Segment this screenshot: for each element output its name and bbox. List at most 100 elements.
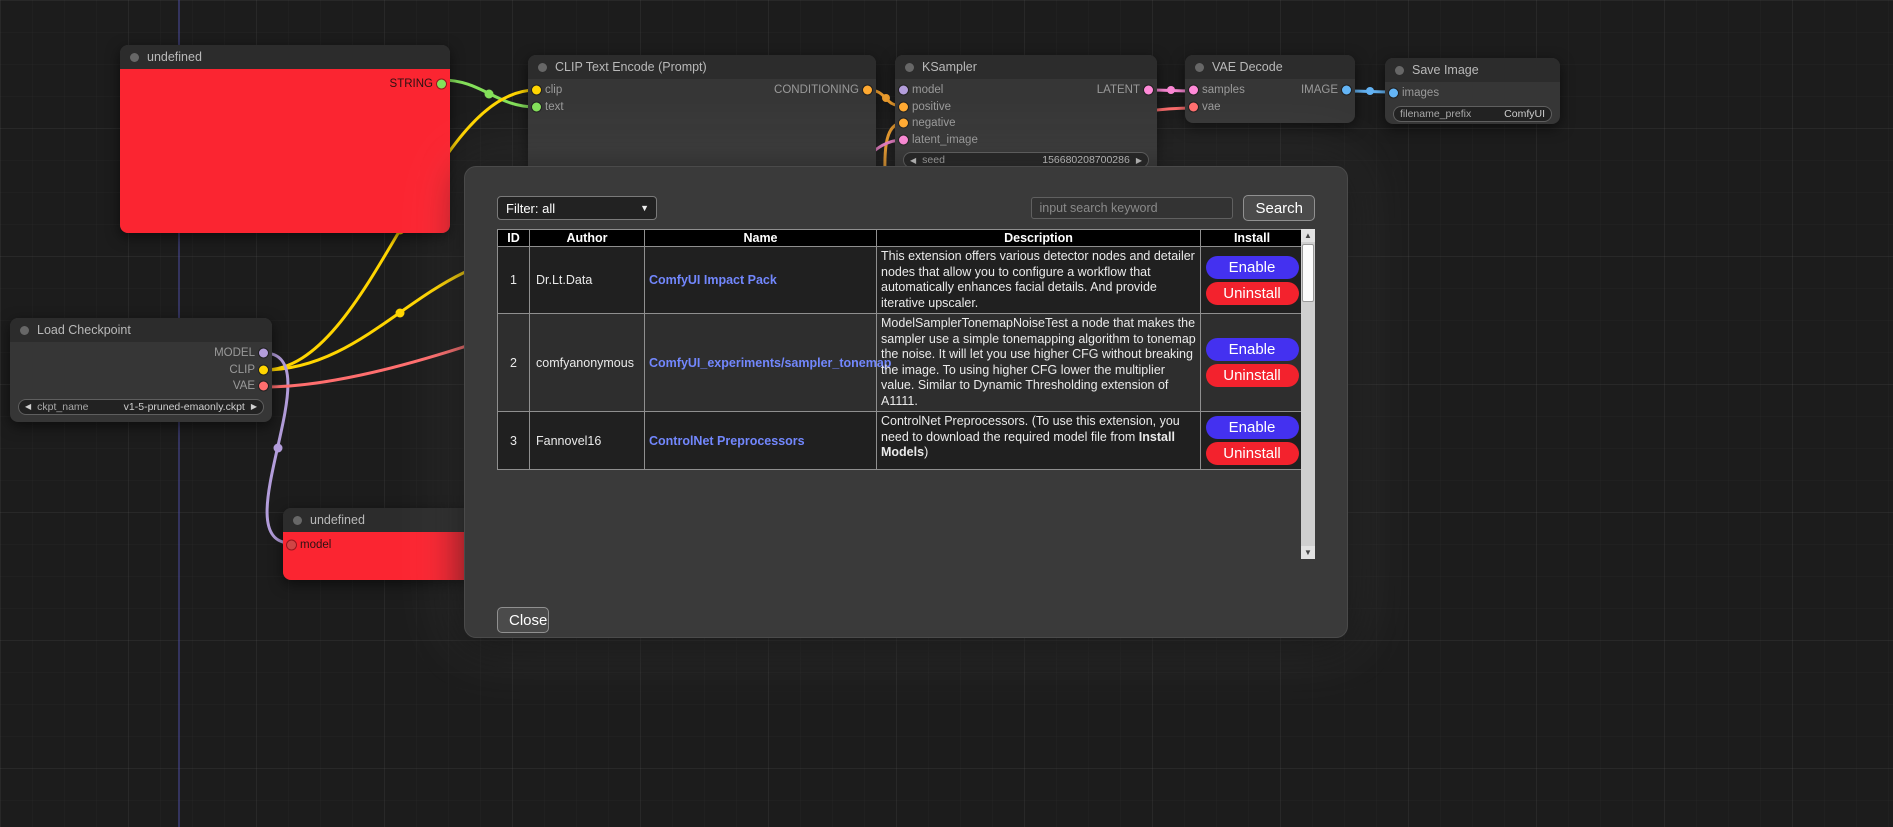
input-label: text bbox=[545, 101, 564, 113]
enable-button[interactable]: Enable bbox=[1206, 256, 1299, 279]
input-dot-positive[interactable] bbox=[899, 102, 908, 111]
widget-label: filename_prefix bbox=[1400, 108, 1471, 120]
input-dot-vae[interactable] bbox=[1189, 102, 1198, 111]
enable-button[interactable]: Enable bbox=[1206, 338, 1299, 361]
output-label: STRING bbox=[390, 78, 433, 90]
output-label: MODEL bbox=[214, 347, 255, 359]
filter-select[interactable]: Filter: all bbox=[497, 196, 657, 220]
enable-button[interactable]: Enable bbox=[1206, 416, 1299, 439]
ext-id: 2 bbox=[498, 314, 530, 412]
node-title: VAE Decode bbox=[1212, 60, 1283, 74]
output-label: CLIP bbox=[229, 364, 255, 376]
input-label: images bbox=[1402, 87, 1439, 99]
input-dot-clip[interactable] bbox=[532, 86, 541, 95]
output-dot-clip[interactable] bbox=[259, 365, 268, 374]
input-label: vae bbox=[1202, 101, 1221, 113]
node-status-dot-icon bbox=[538, 63, 547, 72]
table-row: 3 Fannovel16 ControlNet Preprocessors Co… bbox=[498, 412, 1304, 470]
ext-description: ModelSamplerTonemapNoiseTest a node that… bbox=[877, 314, 1201, 412]
search-button[interactable]: Search bbox=[1243, 195, 1315, 221]
ext-name-link[interactable]: ComfyUI Impact Pack bbox=[649, 273, 777, 287]
uninstall-button[interactable]: Uninstall bbox=[1206, 442, 1299, 465]
widget-right-arrow-icon[interactable]: ▶ bbox=[251, 402, 257, 411]
comfyui-canvas[interactable]: undefined STRING CLIP Text Encode (Promp… bbox=[0, 0, 1893, 827]
ext-id: 3 bbox=[498, 412, 530, 470]
input-label: negative bbox=[912, 117, 955, 129]
ext-description-text: ) bbox=[924, 445, 928, 459]
uninstall-button[interactable]: Uninstall bbox=[1206, 282, 1299, 305]
node-title-bar[interactable]: Load Checkpoint bbox=[10, 318, 272, 342]
filename-prefix-widget[interactable]: filename_prefix ComfyUI bbox=[1393, 106, 1552, 122]
input-label: samples bbox=[1202, 84, 1245, 96]
node-title-bar[interactable]: VAE Decode bbox=[1185, 55, 1355, 79]
ext-author: Fannovel16 bbox=[530, 412, 645, 470]
node-status-dot-icon bbox=[130, 53, 139, 62]
ext-author: Dr.Lt.Data bbox=[530, 247, 645, 314]
input-dot-negative[interactable] bbox=[899, 119, 908, 128]
widget-label: seed bbox=[922, 154, 945, 166]
close-button[interactable]: Close bbox=[497, 607, 549, 633]
node-status-dot-icon bbox=[1195, 63, 1204, 72]
node-title-bar[interactable]: undefined bbox=[120, 45, 450, 69]
ext-description: ControlNet Preprocessors. (To use this e… bbox=[877, 412, 1201, 470]
ckpt-name-widget[interactable]: ◀ ckpt_name v1-5-pruned-emaonly.ckpt ▶ bbox=[18, 399, 264, 415]
widget-left-arrow-icon[interactable]: ◀ bbox=[910, 156, 916, 165]
extensions-table-area: ID Author Name Description Install 1 Dr.… bbox=[497, 229, 1315, 559]
scrollbar-up-icon[interactable]: ▲ bbox=[1301, 229, 1315, 242]
scrollbar[interactable]: ▲ ▼ bbox=[1301, 229, 1315, 559]
ext-name-link[interactable]: ControlNet Preprocessors bbox=[649, 434, 805, 448]
node-undefined-top[interactable]: undefined STRING bbox=[120, 45, 450, 233]
header-id: ID bbox=[498, 230, 530, 247]
output-dot-vae[interactable] bbox=[259, 382, 268, 391]
output-label: VAE bbox=[233, 380, 255, 392]
node-title: undefined bbox=[147, 50, 202, 64]
scrollbar-thumb[interactable] bbox=[1302, 244, 1314, 302]
ext-install-cell: Enable Uninstall bbox=[1201, 247, 1304, 314]
table-row: 1 Dr.Lt.Data ComfyUI Impact Pack This ex… bbox=[498, 247, 1304, 314]
ext-name-link[interactable]: ComfyUI_experiments/sampler_tonemap bbox=[649, 356, 891, 370]
input-dot-latent-image[interactable] bbox=[899, 135, 908, 144]
node-vae-decode[interactable]: VAE Decode IMAGE samples vae bbox=[1185, 55, 1355, 123]
input-label: latent_image bbox=[912, 134, 978, 146]
uninstall-button[interactable]: Uninstall bbox=[1206, 364, 1299, 387]
header-install: Install bbox=[1201, 230, 1304, 247]
widget-left-arrow-icon[interactable]: ◀ bbox=[25, 402, 31, 411]
ext-install-cell: Enable Uninstall bbox=[1201, 412, 1304, 470]
node-title-bar[interactable]: Save Image bbox=[1385, 58, 1560, 82]
node-title-bar[interactable]: KSampler bbox=[895, 55, 1157, 79]
filter-select-wrap: Filter: all ▼ bbox=[497, 196, 657, 220]
widget-right-arrow-icon[interactable]: ▶ bbox=[1136, 156, 1142, 165]
widget-value: 156680208700286 bbox=[1042, 154, 1130, 166]
output-dot-string[interactable] bbox=[437, 80, 446, 89]
node-title: Load Checkpoint bbox=[37, 323, 131, 337]
node-title-bar[interactable]: CLIP Text Encode (Prompt) bbox=[528, 55, 876, 79]
input-label: model bbox=[912, 84, 943, 96]
node-title: CLIP Text Encode (Prompt) bbox=[555, 60, 707, 74]
ext-description-text: ControlNet Preprocessors. (To use this e… bbox=[881, 414, 1180, 444]
input-label: positive bbox=[912, 101, 951, 113]
scrollbar-down-icon[interactable]: ▼ bbox=[1301, 546, 1315, 559]
node-status-dot-icon bbox=[905, 63, 914, 72]
extensions-table: ID Author Name Description Install 1 Dr.… bbox=[497, 229, 1304, 470]
widget-value: v1-5-pruned-emaonly.ckpt bbox=[124, 401, 245, 413]
dialog-toolbar: Filter: all ▼ Search bbox=[497, 195, 1315, 221]
ext-author: comfyanonymous bbox=[530, 314, 645, 412]
node-load-checkpoint[interactable]: Load Checkpoint MODEL CLIP VAE ◀ ckpt_na… bbox=[10, 318, 272, 422]
node-status-dot-icon bbox=[1395, 66, 1404, 75]
search-input[interactable] bbox=[1031, 197, 1233, 219]
input-dot-images[interactable] bbox=[1389, 89, 1398, 98]
custom-nodes-manager-dialog: Filter: all ▼ Search ID Author Name D bbox=[464, 166, 1348, 638]
node-status-dot-icon bbox=[20, 326, 29, 335]
ext-id: 1 bbox=[498, 247, 530, 314]
input-dot-model[interactable] bbox=[287, 541, 296, 550]
input-dot-model[interactable] bbox=[899, 86, 908, 95]
input-dot-samples[interactable] bbox=[1189, 86, 1198, 95]
input-label: clip bbox=[545, 84, 562, 96]
node-title: KSampler bbox=[922, 60, 977, 74]
input-dot-text[interactable] bbox=[532, 102, 541, 111]
output-dot-model[interactable] bbox=[259, 349, 268, 358]
widget-label: ckpt_name bbox=[37, 401, 88, 413]
node-save-image[interactable]: Save Image images filename_prefix ComfyU… bbox=[1385, 58, 1560, 124]
input-label: model bbox=[300, 539, 331, 551]
wire-string-to-text bbox=[442, 80, 536, 107]
